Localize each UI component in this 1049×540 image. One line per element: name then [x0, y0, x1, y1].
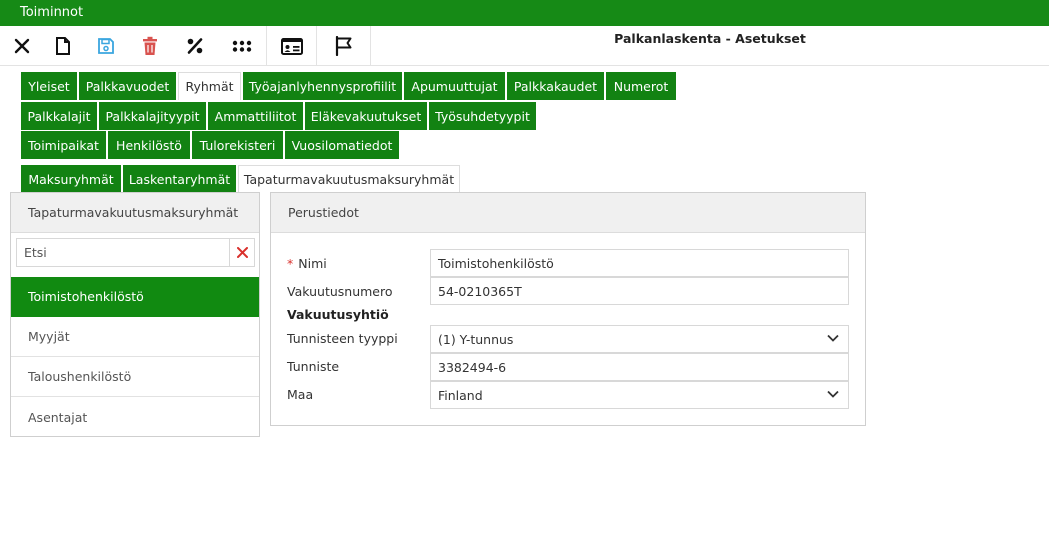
- close-icon: [14, 38, 30, 54]
- tab-henkilosto[interactable]: Henkilöstö: [108, 131, 190, 159]
- tab-palkkakaudet[interactable]: Palkkakaudet: [507, 72, 604, 100]
- save-icon: [98, 38, 114, 54]
- tab-apumuuttujat[interactable]: Apumuuttujat: [404, 72, 505, 100]
- tab-numerot[interactable]: Numerot: [606, 72, 676, 100]
- new-document-button[interactable]: [42, 26, 84, 66]
- toolbar: Palkanlaskenta - Asetukset: [0, 26, 1049, 66]
- insurance-number-label: Vakuutusnumero: [287, 284, 393, 299]
- tab-ryhmat[interactable]: Ryhmät: [178, 72, 241, 100]
- tab-tyosuhdetyypit[interactable]: Työsuhdetyypit: [429, 102, 536, 130]
- close-button[interactable]: [2, 26, 42, 66]
- tab-palkkalajityypit[interactable]: Palkkalajityypit: [99, 102, 206, 130]
- document-icon: [56, 37, 70, 55]
- tab-tyoajanlyhennysprofiilit[interactable]: Työajanlyhennysprofiilit: [243, 72, 402, 100]
- apps-button[interactable]: [218, 26, 266, 66]
- id-card-icon: [280, 37, 303, 55]
- flag-button[interactable]: [317, 26, 370, 66]
- basic-info-panel: Perustiedot * Nimi Toimistohenkilöstö Vak…: [270, 192, 866, 426]
- id-type-value: (1) Y-tunnus: [438, 331, 514, 347]
- delete-button[interactable]: [128, 26, 172, 66]
- grid-icon: [232, 40, 252, 52]
- list-item[interactable]: Asentajat: [11, 397, 259, 437]
- percent-icon: [187, 38, 203, 54]
- id-type-label: Tunnisteen tyyppi: [287, 331, 398, 346]
- tab-laskentaryhmat[interactable]: Laskentaryhmät: [123, 165, 236, 193]
- name-field[interactable]: Toimistohenkilöstö: [430, 249, 849, 277]
- tab-vuosilomatiedot[interactable]: Vuosilomatiedot: [285, 131, 399, 159]
- basic-info-title: Perustiedot: [271, 193, 865, 233]
- country-label: Maa: [287, 387, 314, 402]
- name-label: * Nimi: [287, 256, 327, 271]
- tab-maksuryhmat[interactable]: Maksuryhmät: [21, 165, 121, 193]
- app-title: Palkanlaskenta - Asetukset: [614, 31, 806, 46]
- tab-yleiset[interactable]: Yleiset: [21, 72, 77, 100]
- list-item[interactable]: Taloushenkilöstö: [11, 357, 259, 397]
- chevron-down-icon: [827, 390, 839, 398]
- search-box: [16, 238, 255, 267]
- id-label: Tunniste: [287, 359, 340, 374]
- tab-palkkavuodet[interactable]: Palkkavuodet: [79, 72, 176, 100]
- trash-icon: [143, 36, 157, 55]
- country-value: Finland: [438, 387, 483, 403]
- tab-elakevakuutukset[interactable]: Eläkevakuutukset: [305, 102, 427, 130]
- chevron-down-icon: [827, 334, 839, 342]
- search-input[interactable]: [17, 239, 229, 266]
- country-select[interactable]: Finland: [430, 381, 849, 409]
- top-bar-title[interactable]: Toiminnot: [20, 5, 83, 20]
- top-bar: Toiminnot: [0, 0, 1049, 26]
- required-marker: *: [287, 256, 294, 271]
- id-field[interactable]: 3382494-6: [430, 353, 849, 381]
- tab-ammattiliitot[interactable]: Ammattiliitot: [208, 102, 303, 130]
- flag-icon: [335, 36, 351, 56]
- insurance-number-field[interactable]: 54-0210365T: [430, 277, 849, 305]
- group-list: Toimistohenkilöstö Myyjät Taloushenkilös…: [11, 277, 259, 437]
- id-card-button[interactable]: [267, 26, 316, 66]
- insurance-company-heading: Vakuutusyhtiö: [287, 307, 389, 322]
- clear-search-button[interactable]: [229, 239, 254, 266]
- save-button[interactable]: [84, 26, 128, 66]
- tab-palkkalajit[interactable]: Palkkalajit: [21, 102, 97, 130]
- toolbar-separator: [370, 26, 371, 66]
- list-item[interactable]: Toimistohenkilöstö: [11, 277, 259, 317]
- tab-tapaturmavakuutusmaksuryhmat[interactable]: Tapaturmavakuutusmaksuryhmät: [238, 165, 460, 193]
- group-list-panel: Tapaturmavakuutusmaksuryhmät Toimistohen…: [10, 192, 260, 437]
- id-type-select[interactable]: (1) Y-tunnus: [430, 325, 849, 353]
- group-list-title: Tapaturmavakuutusmaksuryhmät: [11, 193, 259, 233]
- close-icon: [236, 247, 248, 258]
- percent-button[interactable]: [172, 26, 218, 66]
- tab-tulorekisteri[interactable]: Tulorekisteri: [192, 131, 283, 159]
- tab-toimipaikat[interactable]: Toimipaikat: [21, 131, 106, 159]
- list-item[interactable]: Myyjät: [11, 317, 259, 357]
